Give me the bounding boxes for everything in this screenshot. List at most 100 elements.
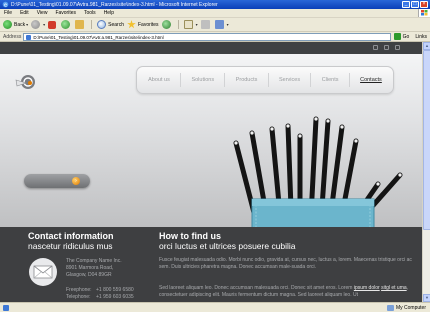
freephone-label: Freephone: bbox=[66, 287, 92, 293]
chevron-down-icon[interactable]: ▾ bbox=[227, 22, 229, 27]
forward-button[interactable]: ▾ bbox=[31, 19, 45, 30]
zone-label: My Computer bbox=[395, 304, 426, 311]
find-us-paragraph: Fusce feugiat malesuada odio. Morbi nunc… bbox=[159, 257, 412, 270]
media-button[interactable] bbox=[161, 19, 173, 30]
nav-about-us[interactable]: About us bbox=[148, 77, 170, 83]
scroll-thumb[interactable] bbox=[423, 50, 430, 230]
scroll-up-arrow-icon[interactable]: ▲ bbox=[423, 42, 430, 50]
nav-divider bbox=[224, 73, 226, 87]
find-us-subtitle: orci luctus et ultrices posuere cubilia bbox=[159, 241, 296, 251]
nav-divider bbox=[267, 73, 269, 87]
print-button[interactable] bbox=[200, 19, 212, 30]
refresh-button[interactable] bbox=[61, 19, 72, 30]
play-button-icon[interactable]: › bbox=[72, 177, 80, 185]
toolbar-separator bbox=[176, 19, 181, 30]
links-button[interactable]: Links bbox=[415, 34, 427, 40]
toolbar: Back ▾ ▾ Search Favorites ▾ ▾ bbox=[0, 18, 430, 32]
contact-title: Contact information bbox=[28, 231, 114, 241]
telephone-label: Telephone: bbox=[66, 294, 91, 300]
printer-icon bbox=[200, 20, 210, 29]
nav-clients[interactable]: Clients bbox=[322, 77, 339, 83]
search-button[interactable]: Search bbox=[97, 19, 124, 30]
menu-bar: File Edit View Favorites Tools Help bbox=[0, 9, 430, 18]
page-viewport: About us Solutions Products Services Cli… bbox=[0, 42, 422, 302]
back-button[interactable]: Back ▾ bbox=[3, 19, 28, 30]
search-label: Search bbox=[108, 21, 124, 28]
logo[interactable] bbox=[14, 70, 38, 94]
address-line: Glasgow, D04 89GR bbox=[66, 272, 112, 278]
stop-button[interactable] bbox=[48, 19, 58, 30]
scroll-down-arrow-icon[interactable]: ▼ bbox=[423, 294, 430, 302]
back-label: Back bbox=[14, 21, 26, 28]
close-button[interactable]: × bbox=[420, 1, 428, 8]
search-icon bbox=[97, 20, 107, 29]
title-bar: e D:\Pune\01_Testing\01.09.07\Avtra.981_… bbox=[0, 0, 430, 9]
go-button[interactable]: Go bbox=[393, 33, 410, 40]
nav-services[interactable]: Services bbox=[279, 77, 300, 83]
slider-pill[interactable]: › bbox=[24, 174, 90, 188]
favorites-button[interactable]: Favorites bbox=[127, 19, 159, 30]
go-label: Go bbox=[402, 33, 410, 40]
find-us-title: How to find us bbox=[159, 231, 221, 241]
freephone-value: +1 800 559 6580 bbox=[96, 287, 134, 293]
home-button[interactable] bbox=[75, 19, 86, 30]
mail-icon bbox=[183, 20, 193, 29]
maximize-button[interactable]: □ bbox=[411, 1, 419, 8]
ipsum-dolor-link[interactable]: ipsum dolor bbox=[354, 285, 380, 291]
contact-subtitle: nascetur ridiculus mus bbox=[28, 241, 113, 251]
chevron-down-icon[interactable]: ▾ bbox=[196, 22, 198, 27]
edit-button[interactable]: ▾ bbox=[214, 19, 229, 30]
separator bbox=[177, 20, 179, 29]
home-icon[interactable] bbox=[373, 45, 378, 50]
menu-tools[interactable]: Tools bbox=[84, 10, 96, 16]
stop-icon bbox=[48, 20, 57, 29]
pencils-in-cup-image bbox=[233, 116, 403, 247]
hero-section: About us Solutions Products Services Cli… bbox=[0, 54, 422, 247]
mail-icon[interactable] bbox=[384, 45, 389, 50]
address-line: 8901 Marmora Road, bbox=[66, 265, 114, 271]
mail-button[interactable]: ▾ bbox=[183, 19, 198, 30]
nav-divider bbox=[180, 73, 182, 87]
top-strip-icons bbox=[373, 45, 400, 50]
favorites-label: Favorites bbox=[138, 21, 159, 28]
address-label: Address bbox=[3, 33, 22, 40]
minimize-button[interactable]: _ bbox=[402, 1, 410, 8]
separator bbox=[91, 20, 93, 29]
back-arrow-icon bbox=[3, 20, 12, 29]
address-input[interactable]: D:\Pune\01_Testing\01.09.07\Avtr.a.981_R… bbox=[23, 32, 391, 41]
nav-contacts[interactable]: Contacts bbox=[360, 77, 382, 83]
footer-info: Contact information nascetur ridiculus m… bbox=[0, 227, 422, 302]
nav-products[interactable]: Products bbox=[236, 77, 258, 83]
chevron-down-icon[interactable]: ▾ bbox=[26, 22, 28, 27]
vertical-scrollbar[interactable]: ▲ ▼ bbox=[422, 42, 430, 302]
sitgl-link[interactable]: sitgl et uma bbox=[381, 285, 407, 291]
menu-view[interactable]: View bbox=[37, 10, 48, 16]
chevron-down-icon[interactable]: ▾ bbox=[43, 22, 45, 27]
nav-divider bbox=[348, 73, 350, 87]
window-title: D:\Pune\01_Testing\01.09.07\Avtra.981_Ra… bbox=[11, 1, 218, 8]
paragraph-text: Sed laoreet aliquam leo. Donec accumsan … bbox=[159, 285, 354, 291]
toolbar-separator bbox=[89, 19, 94, 30]
menu-help[interactable]: Help bbox=[104, 10, 114, 16]
address-value: D:\Pune\01_Testing\01.09.07\Avtr.a.981_R… bbox=[33, 34, 164, 40]
sitemap-icon[interactable] bbox=[395, 45, 400, 50]
find-us-paragraph-2: Sed laoreet aliquam leo. Donec accumsan … bbox=[159, 285, 417, 298]
page-done-icon bbox=[3, 304, 9, 311]
status-zone: My Computer bbox=[386, 304, 430, 311]
edit-icon bbox=[214, 20, 224, 29]
address-bar: Address D:\Pune\01_Testing\01.09.07\Avtr… bbox=[0, 32, 430, 42]
refresh-icon bbox=[61, 20, 71, 29]
address-line: The Company Name Inc. bbox=[66, 258, 122, 264]
menu-favorites[interactable]: Favorites bbox=[55, 10, 76, 16]
window-controls: _ □ × bbox=[402, 1, 430, 8]
svg-text:e: e bbox=[4, 2, 7, 8]
star-icon bbox=[127, 20, 136, 29]
menu-edit[interactable]: Edit bbox=[20, 10, 29, 16]
page-icon bbox=[26, 34, 32, 40]
nav-solutions[interactable]: Solutions bbox=[191, 77, 214, 83]
windows-logo-icon bbox=[418, 9, 430, 17]
ie-icon: e bbox=[2, 1, 9, 8]
menu-file[interactable]: File bbox=[4, 10, 12, 16]
home-icon bbox=[75, 20, 85, 29]
go-arrow-icon bbox=[393, 33, 401, 40]
